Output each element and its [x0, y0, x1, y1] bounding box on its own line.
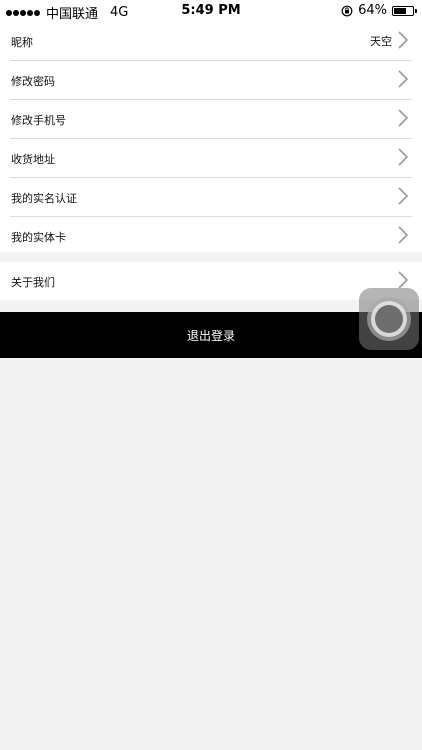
nickname-value: 天空 — [370, 35, 392, 48]
about-us-row[interactable]: 关于我们 — [10, 262, 412, 300]
battery-percent: 64% — [358, 3, 387, 18]
battery-fill — [394, 7, 406, 14]
chevron-right-icon — [398, 226, 409, 244]
chevron-right-icon — [398, 271, 409, 289]
physical-card-row[interactable]: 我的实体卡 — [10, 217, 412, 255]
chevron-right-icon — [398, 187, 409, 205]
real-name-auth-row[interactable]: 我的实名认证 — [10, 178, 412, 217]
change-password-row[interactable]: 修改密码 — [10, 61, 412, 100]
shipping-address-label: 收货地址 — [11, 153, 55, 166]
status-right: 64% — [341, 3, 417, 18]
about-us-label: 关于我们 — [11, 276, 55, 289]
nickname-label: 昵称 — [11, 36, 33, 49]
shipping-address-row[interactable]: 收货地址 — [10, 139, 412, 178]
chevron-right-icon — [398, 31, 409, 49]
physical-card-label: 我的实体卡 — [11, 231, 66, 244]
rotation-lock-icon — [341, 5, 353, 16]
assistive-touch-icon[interactable] — [359, 288, 419, 350]
chevron-right-icon — [398, 109, 409, 127]
change-password-label: 修改密码 — [11, 75, 55, 88]
status-bar: 中国联通 4G 5:49 PM 64% — [0, 0, 422, 22]
chevron-right-icon — [398, 148, 409, 166]
nickname-row[interactable]: 昵称 天空 — [10, 22, 412, 61]
battery-icon — [392, 5, 417, 16]
about-menu-group: 关于我们 — [0, 262, 422, 300]
change-phone-label: 修改手机号 — [11, 114, 66, 127]
profile-menu-group: 昵称 天空 修改密码 修改手机号 收货地址 我的实名认证 我的实体卡 — [0, 22, 422, 252]
profile-settings-screen: 中国联通 4G 5:49 PM 64% 昵称 天空 修改密码 修改手机号 收货地… — [0, 0, 422, 750]
real-name-auth-label: 我的实名认证 — [11, 192, 77, 205]
change-phone-row[interactable]: 修改手机号 — [10, 100, 412, 139]
chevron-right-icon — [398, 70, 409, 88]
